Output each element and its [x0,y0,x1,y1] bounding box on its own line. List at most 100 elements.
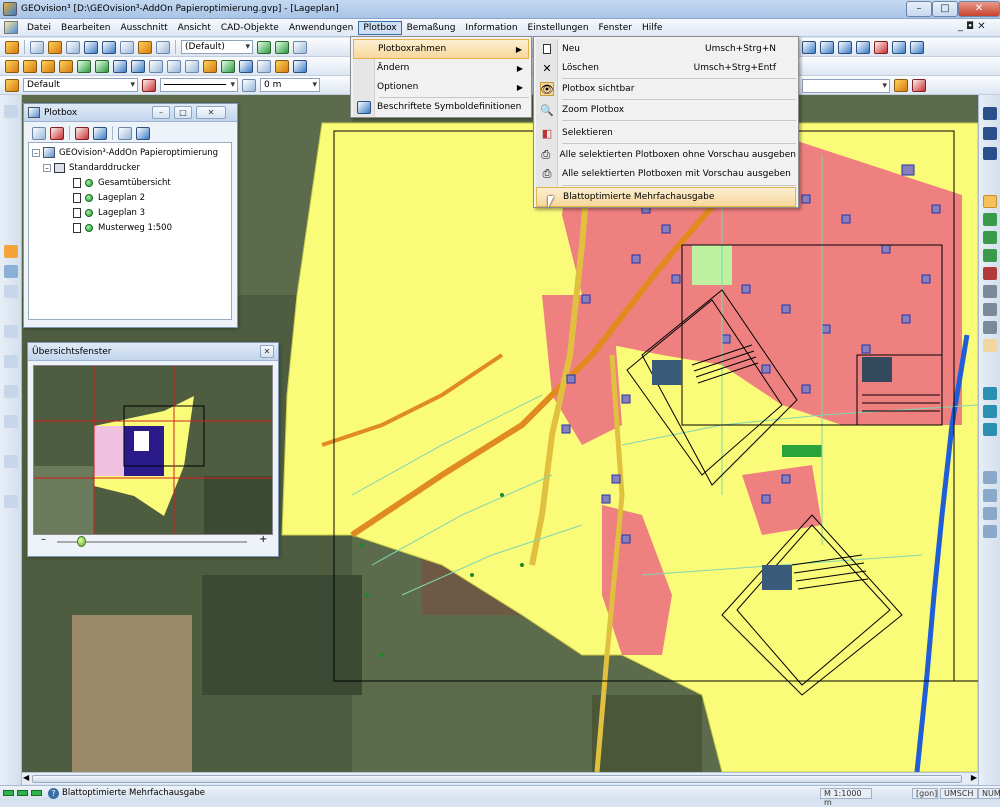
menu-item-optionen[interactable]: Optionen ▶ [353,77,529,97]
menu-anwendungen[interactable]: Anwendungen [284,21,359,35]
print-setup-icon[interactable] [120,40,134,54]
cut-tool-icon[interactable] [4,285,18,298]
draw-symbol-icon[interactable] [113,59,127,73]
info-2-icon[interactable] [820,41,834,54]
overview-close-button[interactable]: ✕ [260,345,274,358]
zoom-window-icon[interactable] [983,195,997,208]
document-icon[interactable] [4,21,18,34]
tree-item[interactable]: Gesamtübersicht [73,176,171,189]
new-file-icon[interactable] [30,40,44,54]
menu-cad-objekte[interactable]: CAD-Objekte [216,21,284,35]
symbol-combo[interactable] [802,78,890,93]
submenu-item-neu[interactable]: Neu Umsch+Strg+N [536,39,796,59]
plotbox-zoom-icon[interactable] [93,126,107,140]
snap-point-icon[interactable] [983,387,997,400]
layer-tool-2-icon[interactable] [275,40,289,54]
menu-datei[interactable]: Datei [22,21,56,35]
menu-einstellungen[interactable]: Einstellungen [523,21,594,35]
edit-tool-icon[interactable] [4,245,18,258]
submenu-item-sichtbar[interactable]: 👁 Plotbox sichtbar [536,79,796,99]
menu-item-symboldefinitionen[interactable]: Beschriftete Symboldefinitionen [353,97,529,117]
arrow-up-icon[interactable] [983,127,997,140]
zoom-scale-icon[interactable] [983,321,997,334]
panel-maximize-button[interactable]: □ [174,106,192,119]
layer-manager-icon[interactable] [983,471,997,484]
style-combo[interactable]: Default [23,78,138,92]
line-width-icon[interactable] [242,78,256,92]
open-folder-icon[interactable] [48,40,62,54]
menu-item-plotboxrahmen[interactable]: Plotboxrahmen ▶ [353,39,529,59]
menu-information[interactable]: Information [460,21,522,35]
rotate-icon[interactable] [185,59,199,73]
zoom-in-icon[interactable] [983,213,997,226]
tree-item[interactable]: Lageplan 3 [73,206,145,219]
draw-circle-icon[interactable] [59,59,73,73]
save-icon[interactable] [84,40,98,54]
offset-combo[interactable]: 0 m [260,78,320,92]
grid-icon[interactable] [221,59,235,73]
submenu-item-mit-vorschau[interactable]: ⎙ Alle selektierten Plotboxen mit Vorsch… [536,164,796,184]
submenu-item-selektieren[interactable]: ◧ Selektieren [536,123,796,143]
draw-area-icon[interactable] [77,59,91,73]
plotbox-print-icon[interactable] [118,126,132,140]
scrollbar-thumb[interactable] [32,775,962,783]
minimize-button[interactable]: – [906,1,932,17]
tree-printer[interactable]: – Standarddrucker [43,161,140,174]
draw-polyline-icon[interactable] [23,59,37,73]
plotbox-preview-icon[interactable] [136,126,150,140]
move-icon[interactable] [167,59,181,73]
layer-icon[interactable] [138,40,152,54]
plotbox-select-icon[interactable] [75,126,89,140]
info-4-icon[interactable] [856,41,870,54]
tree-item[interactable]: Musterweg 1:500 [73,221,172,234]
layer-tool-3-icon[interactable] [293,40,307,54]
draw-text-icon[interactable] [131,59,145,73]
layers-icon[interactable] [293,59,307,73]
panel-minimize-button[interactable]: – [152,106,170,119]
plotbox-delete-icon[interactable] [50,126,64,140]
style-bulb-icon[interactable] [5,78,19,92]
info-5-icon[interactable] [874,41,888,54]
menu-plotbox[interactable]: Plotbox [358,20,402,35]
attributes-icon[interactable] [257,59,271,73]
snap-icon[interactable] [149,59,163,73]
tree-collapse-icon[interactable]: – [43,163,51,172]
arrow-down-icon[interactable] [983,107,997,120]
zoom-out-button[interactable]: – [41,534,46,545]
zoom-in-button[interactable]: + [259,534,267,545]
mirror-tool-icon[interactable] [4,455,18,468]
snap-tool-icon[interactable] [4,325,18,338]
symbol-tool-icon[interactable] [894,79,908,92]
menu-item-aendern[interactable]: Ändern ▶ [353,58,529,78]
menu-bearbeiten[interactable]: Bearbeiten [56,21,115,35]
zoom-previous-icon[interactable] [983,285,997,298]
draw-tool-icon[interactable] [4,265,18,278]
info-3-icon[interactable] [838,41,852,54]
tree-item[interactable]: Lageplan 2 [73,191,145,204]
tree-collapse-icon[interactable]: – [32,148,40,157]
extend-tool-icon[interactable] [4,385,18,398]
save-all-icon[interactable] [102,40,116,54]
symbol-tool-2-icon[interactable] [912,79,926,92]
draw-arc-icon[interactable] [41,59,55,73]
menu-ausschnitt[interactable]: Ausschnitt [115,21,172,35]
menu-bemassung[interactable]: Bemaßung [402,21,461,35]
submenu-item-ohne-vorschau[interactable]: ⎙ Alle selektierten Plotboxen ohne Vorsc… [536,145,796,165]
zoom-next-icon[interactable] [983,303,997,316]
layer-tool-icon[interactable] [257,40,271,54]
printer-icon[interactable] [156,40,170,54]
submenu-item-zoom[interactable]: 🔍 Zoom Plotbox [536,100,796,120]
zoom-extents-icon[interactable] [983,267,997,280]
layer-style-combo[interactable]: (Default) [181,40,253,54]
maximize-button[interactable]: □ [932,1,958,17]
draw-polygon-icon[interactable] [95,59,109,73]
overview-map[interactable] [33,365,273,535]
info-6-icon[interactable] [892,41,906,54]
slider-thumb[interactable] [77,536,86,547]
pan-hand-icon[interactable] [983,339,997,352]
draw-line-icon[interactable] [5,59,19,73]
scroll-left-arrow-icon[interactable]: ◀ [23,773,29,782]
tree-root[interactable]: – GEOvision³-AddOn Papieroptimierung [32,146,218,159]
panel-close-button[interactable]: ✕ [196,106,226,119]
submenu-item-loeschen[interactable]: ✕ Löschen Umsch+Strg+Entf [536,58,796,78]
